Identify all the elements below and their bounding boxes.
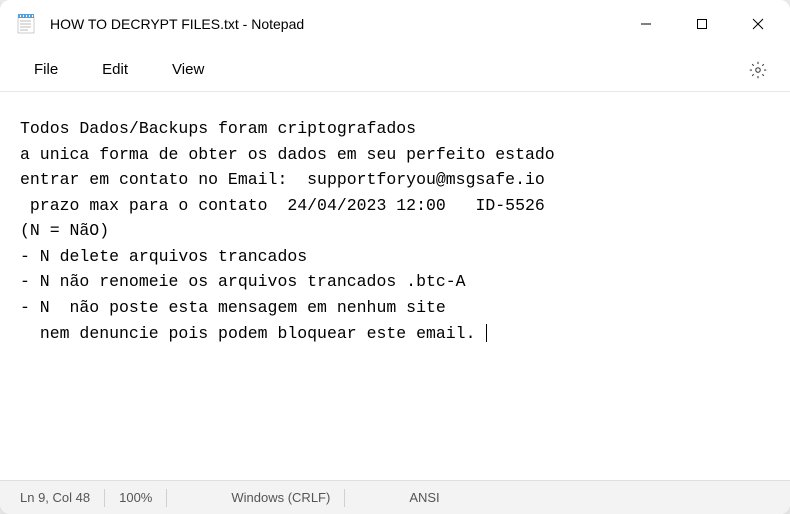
text-cursor	[486, 324, 487, 342]
minimize-icon	[640, 18, 652, 30]
text-line: - N não poste esta mensagem em nenhum si…	[20, 298, 446, 317]
text-line: - N não renomeie os arquivos trancados .…	[20, 272, 466, 291]
text-line: a unica forma de obter os dados em seu p…	[20, 145, 565, 164]
status-divider	[344, 489, 345, 507]
window-title: HOW TO DECRYPT FILES.txt - Notepad	[50, 16, 618, 32]
window-controls	[618, 0, 786, 48]
menu-edit[interactable]: Edit	[80, 55, 150, 84]
minimize-button[interactable]	[618, 0, 674, 48]
notepad-icon	[16, 14, 36, 34]
settings-button[interactable]	[738, 52, 778, 88]
text-line: prazo max para o contato 24/04/2023 12:0…	[20, 196, 545, 215]
notepad-window: HOW TO DECRYPT FILES.txt - Notepad File	[0, 0, 790, 514]
text-line: (N = NãO)	[20, 221, 109, 240]
text-line: - N delete arquivos trancados	[20, 247, 307, 266]
text-line: entrar em contato no Email: supportforyo…	[20, 170, 545, 189]
text-editor[interactable]: Todos Dados/Backups foram criptografados…	[0, 92, 790, 480]
text-line: Todos Dados/Backups foram criptografados	[20, 119, 416, 138]
menubar: File Edit View	[0, 48, 790, 92]
titlebar: HOW TO DECRYPT FILES.txt - Notepad	[0, 0, 790, 48]
gear-icon	[749, 61, 767, 79]
status-zoom[interactable]: 100%	[111, 481, 160, 514]
menu-view[interactable]: View	[150, 55, 226, 84]
close-icon	[752, 18, 764, 30]
maximize-button[interactable]	[674, 0, 730, 48]
status-divider	[104, 489, 105, 507]
status-divider	[166, 489, 167, 507]
statusbar: Ln 9, Col 48 100% Windows (CRLF) ANSI	[0, 480, 790, 514]
close-button[interactable]	[730, 0, 786, 48]
menu-file[interactable]: File	[12, 55, 80, 84]
maximize-icon	[696, 18, 708, 30]
text-line: nem denuncie pois podem bloquear este em…	[20, 324, 485, 343]
status-encoding: ANSI	[401, 481, 447, 514]
status-lineending: Windows (CRLF)	[223, 481, 338, 514]
status-position: Ln 9, Col 48	[12, 481, 98, 514]
